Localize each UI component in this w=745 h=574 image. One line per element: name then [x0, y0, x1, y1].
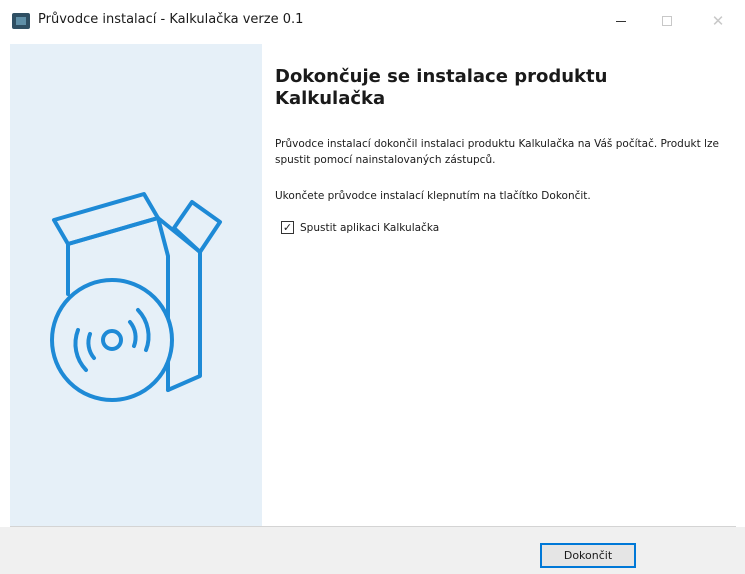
- box-disc-icon: [50, 192, 222, 402]
- wizard-content: Dokončuje se instalace produktu Kalkulač…: [262, 44, 736, 526]
- page-heading: Dokončuje se instalace produktu Kalkulač…: [275, 66, 608, 109]
- finish-button[interactable]: Dokončit: [540, 543, 636, 568]
- installer-window: Průvodce instalací - Kalkulačka verze 0.…: [0, 0, 745, 574]
- maximize-button[interactable]: [644, 0, 690, 42]
- wizard-footer: Dokončit: [0, 527, 745, 574]
- app-icon: [12, 13, 30, 29]
- close-button[interactable]: ✕: [695, 0, 741, 42]
- title-bar[interactable]: Průvodce instalací - Kalkulačka verze 0.…: [0, 0, 745, 42]
- finish-hint-text: Ukončete průvodce instalací klepnutím na…: [275, 190, 591, 202]
- checkmark-icon: ✓: [282, 221, 293, 234]
- minimize-button[interactable]: [598, 0, 644, 42]
- maximize-icon: [662, 16, 672, 26]
- launch-app-checkbox-row[interactable]: ✓ Spustit aplikaci Kalkulačka: [281, 221, 439, 234]
- launch-app-checkbox[interactable]: ✓: [281, 221, 294, 234]
- minimize-icon: [616, 20, 626, 22]
- launch-app-checkbox-label[interactable]: Spustit aplikaci Kalkulačka: [300, 222, 439, 234]
- close-icon: ✕: [711, 11, 725, 30]
- description-text: Průvodce instalací dokončil instalaci pr…: [275, 138, 719, 166]
- wizard-sidebar: [10, 44, 262, 526]
- window-title: Průvodce instalací - Kalkulačka verze 0.…: [38, 12, 304, 27]
